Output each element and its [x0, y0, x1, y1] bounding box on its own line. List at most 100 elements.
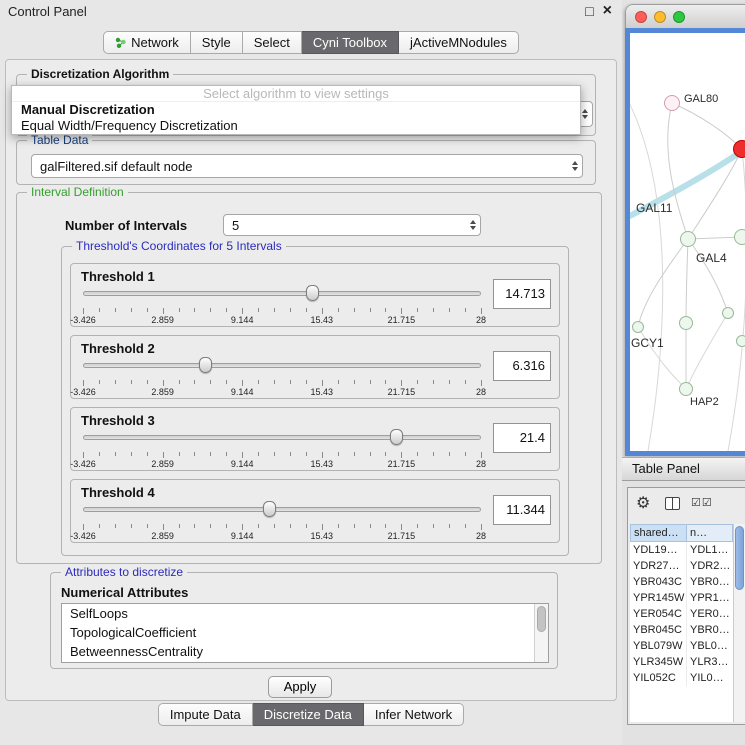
app-root: Control Panel □ × NetworkStyle Select Cyni…: [0, 0, 745, 745]
attributes-group: Attributes to discretize Numerical Attri…: [50, 572, 558, 669]
table-row[interactable]: YIL052CYIL0…: [630, 670, 733, 686]
tab-select[interactable]: Select: [243, 31, 302, 54]
list-scrollbar[interactable]: [534, 604, 548, 662]
slider-thumb[interactable]: [199, 357, 212, 373]
network-node[interactable]: [734, 229, 745, 245]
close-icon[interactable]: ×: [603, 3, 612, 19]
threshold-panel-4: Threshold 4 -3.4262.8599.14415.4321.7152…: [70, 479, 560, 543]
number-of-intervals-label: Number of Intervals: [65, 218, 187, 233]
network-node[interactable]: [722, 307, 734, 319]
column-header[interactable]: shared…: [630, 524, 687, 542]
tab-cyni-toolbox[interactable]: Cyni Toolbox: [302, 31, 399, 54]
node-table: shared…n… YDL19…YDL1…YDR27…YDR2…YBR043CY…: [630, 524, 733, 722]
threshold-panel-2: Threshold 2 -3.4262.8599.14415.4321.7152…: [70, 335, 560, 399]
network-icon: [115, 37, 126, 48]
network-node-label: GAL11: [636, 201, 672, 215]
table-row[interactable]: YER054CYER0…: [630, 606, 733, 622]
table-row[interactable]: YLR345WYLR3…: [630, 654, 733, 670]
table-row[interactable]: YBL079WYBL0…: [630, 638, 733, 654]
network-node[interactable]: [679, 316, 693, 330]
table-panel-titlebar[interactable]: Table Panel: [622, 457, 745, 481]
attribute-list-item[interactable]: SelfLoops: [62, 604, 548, 623]
network-node[interactable]: [680, 231, 696, 247]
close-traffic-light-icon[interactable]: [635, 11, 647, 23]
tab-label: Discretize Data: [264, 707, 352, 722]
network-node[interactable]: [679, 382, 693, 396]
slider-thumb[interactable]: [263, 501, 276, 517]
tab-label: Select: [254, 35, 290, 50]
zoom-traffic-light-icon[interactable]: [673, 11, 685, 23]
algorithm-dropdown-hint: Select algorithm to view settings: [12, 86, 580, 102]
network-node[interactable]: [664, 95, 680, 111]
dropdown-option-equal-width-frequency[interactable]: Equal Width/Frequency Discretization: [12, 118, 580, 134]
table-data-group-title: Table Data: [27, 133, 92, 147]
threshold-value-field[interactable]: 11.344: [493, 495, 551, 525]
control-panel: Control Panel □ × NetworkStyle Select Cyni…: [0, 0, 622, 745]
scrollbar-thumb[interactable]: [735, 526, 744, 590]
float-window-icon[interactable]: □: [585, 3, 593, 19]
table-scrollbar[interactable]: [733, 524, 745, 722]
threshold-value-field[interactable]: 6.316: [493, 351, 551, 381]
network-node-label: GAL4: [696, 251, 727, 265]
number-of-intervals-combobox[interactable]: 5: [223, 214, 481, 236]
tab-network[interactable]: Network: [103, 31, 191, 54]
network-node[interactable]: [632, 321, 644, 333]
threshold-label: Threshold 3: [81, 413, 155, 428]
threshold-label: Threshold 1: [81, 269, 155, 284]
thresholds-group-title: Threshold's Coordinates for 5 Intervals: [72, 239, 286, 253]
slider-tick-labels: -3.4262.8599.14415.4321.71528: [83, 531, 481, 542]
threshold-slider[interactable]: -3.4262.8599.14415.4321.71528: [83, 284, 481, 326]
table-row[interactable]: YBR043CYBR0…: [630, 574, 733, 590]
threshold-slider[interactable]: -3.4262.8599.14415.4321.71528: [83, 428, 481, 470]
selected-network-node[interactable]: [733, 140, 745, 158]
slider-track[interactable]: [83, 435, 481, 440]
slider-track[interactable]: [83, 363, 481, 368]
table-data-combobox[interactable]: galFiltered.sif default node: [31, 154, 583, 178]
threshold-slider[interactable]: -3.4262.8599.14415.4321.71528: [83, 356, 481, 398]
table-data-group: Table Data galFiltered.sif default node: [16, 140, 596, 185]
column-header[interactable]: n…: [687, 524, 733, 542]
table-row[interactable]: YDL19…YDL1…: [630, 542, 733, 558]
columns-icon[interactable]: [665, 497, 680, 510]
numerical-attributes-list[interactable]: SelfLoopsTopologicalCoefficientBetweenne…: [61, 603, 549, 663]
slider-track[interactable]: [83, 291, 481, 296]
network-node-label: HAP2: [690, 396, 719, 408]
scrollbar-thumb[interactable]: [537, 606, 546, 632]
slider-thumb[interactable]: [390, 429, 403, 445]
threshold-value-field[interactable]: 21.4: [493, 423, 551, 453]
interval-definition-title: Interval Definition: [27, 185, 128, 199]
minimize-traffic-light-icon[interactable]: [654, 11, 666, 23]
network-node[interactable]: [736, 335, 745, 347]
threshold-value-field[interactable]: 14.713: [493, 279, 551, 309]
dropdown-option-manual-discretization[interactable]: Manual Discretization: [12, 102, 580, 118]
interval-definition-group: Interval Definition Number of Intervals …: [16, 192, 602, 564]
slider-tick-marks: [83, 308, 481, 315]
control-panel-titlebar: Control Panel □ ×: [0, 0, 622, 24]
algorithm-dropdown: Select algorithm to view settings Manual…: [11, 85, 581, 135]
slider-tick-marks: [83, 524, 481, 531]
select-columns-icon[interactable]: ☑☑: [691, 496, 713, 509]
slider-track[interactable]: [83, 507, 481, 512]
tab-infer-network[interactable]: Infer Network: [364, 703, 464, 726]
threshold-label: Threshold 2: [81, 341, 155, 356]
table-row[interactable]: YPR145WYPR1…: [630, 590, 733, 606]
stepper-icon: [567, 155, 582, 177]
table-row[interactable]: YDR27…YDR2…: [630, 558, 733, 574]
tab-jactivemnodules[interactable]: jActiveMNodules: [399, 31, 519, 54]
slider-thumb[interactable]: [306, 285, 319, 301]
table-row[interactable]: YBR045CYBR0…: [630, 622, 733, 638]
table-header: shared…n…: [630, 524, 733, 542]
table-panel-window: ⚙ ☑☑ shared…n… YDL19…YDL1…YDR27…YDR2…YBR…: [627, 487, 745, 725]
network-view-body[interactable]: GAL80 GAL11 GAL4 GCY1 HAP2: [625, 28, 745, 456]
threshold-panel-1: Threshold 1 -3.4262.8599.14415.4321.7152…: [70, 263, 560, 327]
stepper-icon: [465, 215, 480, 235]
gear-icon[interactable]: ⚙: [636, 493, 650, 513]
attribute-list-item[interactable]: BetweennessCentrality: [62, 642, 548, 661]
threshold-slider[interactable]: -3.4262.8599.14415.4321.71528: [83, 500, 481, 542]
tab-discretize-data[interactable]: Discretize Data: [253, 703, 364, 726]
tab-style[interactable]: Style: [191, 31, 243, 54]
tab-impute-data[interactable]: Impute Data: [158, 703, 253, 726]
apply-button[interactable]: Apply: [268, 676, 332, 698]
network-node-label: GCY1: [631, 336, 664, 350]
attribute-list-item[interactable]: TopologicalCoefficient: [62, 623, 548, 642]
